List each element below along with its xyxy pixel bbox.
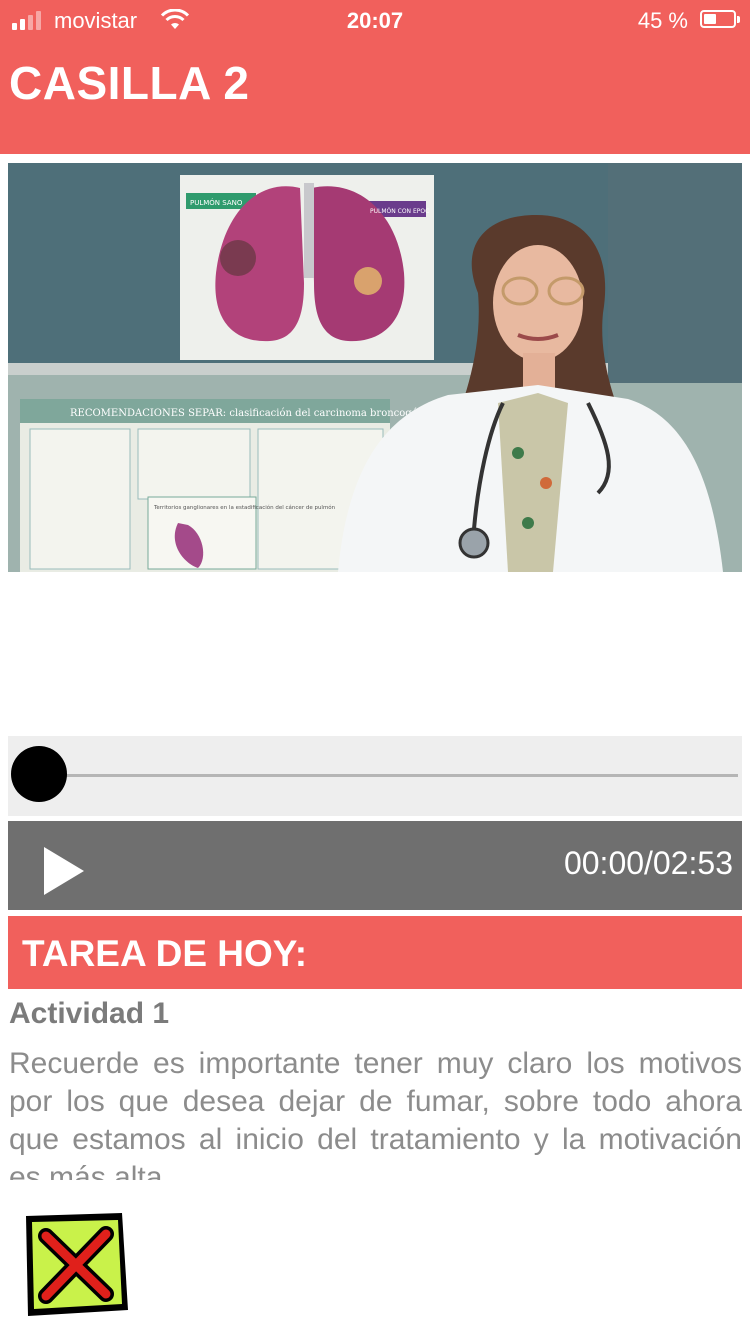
page-title: CASILLA 2 xyxy=(9,57,250,109)
poster-left-title: PULMÓN SANO xyxy=(190,198,243,207)
status-bar: movistar 20:07 45 % xyxy=(0,0,750,42)
task-title: TAREA DE HOY: xyxy=(22,933,308,974)
time-display: 00:00/02:53 xyxy=(563,845,733,881)
seek-bar[interactable] xyxy=(8,736,742,816)
app-header: movistar 20:07 45 % CASILLA 2 xyxy=(0,0,750,154)
activity-description: Recuerde es importante tener muy claro l… xyxy=(9,1047,742,1180)
poster-box-text: Territorios ganglionares en la estadific… xyxy=(153,504,336,511)
close-button[interactable] xyxy=(18,1210,132,1320)
activity-label: Actividad 1 xyxy=(9,997,170,1030)
poster-right-title: PULMÓN CON EPOC xyxy=(370,208,429,215)
poster-bottom-title: RECOMENDACIONES SEPAR: clasificación del… xyxy=(70,408,439,419)
description-scroll[interactable]: Recuerde es importante tener muy claro l… xyxy=(9,1045,742,1180)
seek-track[interactable] xyxy=(38,774,738,777)
play-icon[interactable] xyxy=(42,845,86,897)
battery-icon xyxy=(700,10,740,28)
player-controls: 00:00/02:53 xyxy=(8,821,742,910)
lung-poster: PULMÓN SANO PULMÓN CON EPOC xyxy=(180,175,434,360)
task-header: TAREA DE HOY: xyxy=(8,916,742,989)
seek-thumb[interactable] xyxy=(11,746,67,802)
video-frame[interactable]: PULMÓN SANO PULMÓN CON EPOC RECOMENDACIO… xyxy=(8,163,742,572)
video-still: PULMÓN SANO PULMÓN CON EPOC RECOMENDACIO… xyxy=(8,163,742,572)
battery-percent: 45 % xyxy=(637,8,688,33)
